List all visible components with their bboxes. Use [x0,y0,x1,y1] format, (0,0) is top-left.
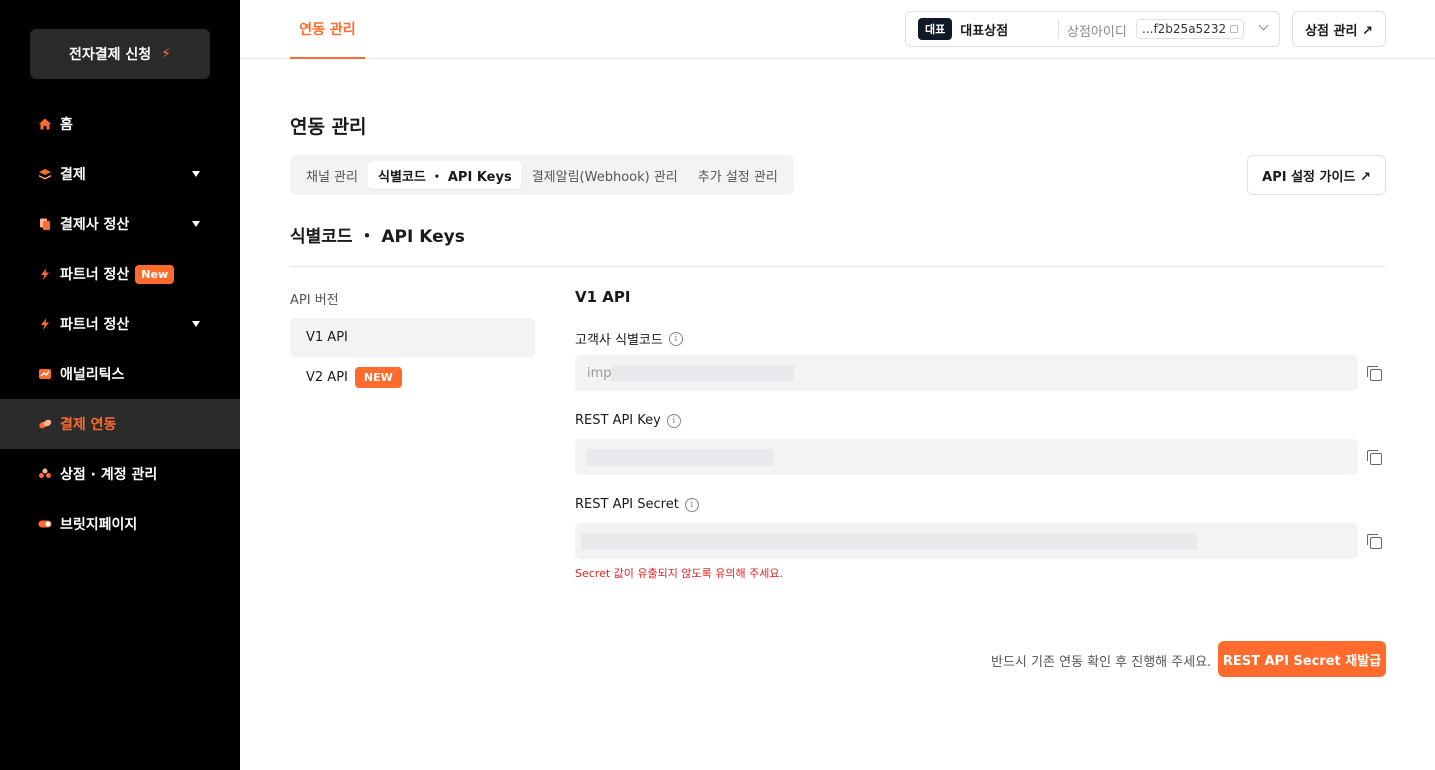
chevron-down-icon[interactable] [1258,20,1269,31]
version-item-v2[interactable]: V2 API NEW [290,358,535,397]
sidebar-item-label: 결제 [60,167,86,183]
copy-icon[interactable] [1367,366,1382,381]
sidebar-item-bridge-page[interactable]: 브릿지페이지 [0,499,240,549]
sidebar-item-label: 결제사 정산 [60,217,130,233]
tab-api-keys[interactable]: 식별코드 ・ API Keys [367,161,522,189]
rest-api-secret-field[interactable] [575,523,1358,559]
new-badge: NEW [354,367,402,388]
masked-value [611,365,794,382]
layers-icon [38,167,52,181]
caret-down-icon [192,171,200,177]
version-item-v1[interactable]: V1 API [290,318,535,357]
representative-badge: 대표 [918,18,953,40]
secret-warning: Secret 값이 유출되지 않도록 유의해 주세요. [575,567,783,580]
store-id-text: ...f2b25a5232 [1142,22,1227,36]
store-id-label: 상점아이디 [1067,25,1127,40]
section-title: 식별코드 ・ API Keys [290,227,465,247]
toggle-icon [38,517,52,531]
sidebar-item-label: 결제 연동 [60,417,117,433]
documents-icon [38,217,52,231]
sidebar-nav: 홈 결제 결제사 정산 파트너 정산 New 파트너 정산 애널리틱스 결제 연… [0,99,240,549]
page-title: 연동 관리 [290,116,367,138]
sidebar-item-store-account[interactable]: 상점 · 계정 관리 [0,449,240,499]
api-title: V1 API [575,288,631,306]
bolt-icon [38,317,52,331]
sidebar-item-label: 홈 [60,117,73,133]
apply-payment-label: 전자결제 신청 [69,47,152,63]
info-icon[interactable]: i [684,497,699,512]
link-icon [38,417,52,431]
store-management-button[interactable]: 상점 관리 ↗ [1292,11,1386,47]
store-id-value[interactable]: ...f2b25a5232 [1136,19,1244,39]
reissue-note: 반드시 기존 연동 확인 후 진행해 주세요. [991,655,1212,670]
tab-integration-management[interactable]: 연동 관리 [290,0,365,59]
info-icon[interactable]: i [666,413,681,428]
field-label-rest-api-key: REST API Key i [575,413,681,428]
sidebar-item-analytics[interactable]: 애널리틱스 [0,349,240,399]
caret-down-icon [192,321,200,327]
field-label-customer-code: 고객사 식별코드 i [575,329,683,348]
sidebar-item-home[interactable]: 홈 [0,99,240,149]
tab-channel-management[interactable]: 채널 관리 [296,161,368,189]
sidebar-item-label: 애널리틱스 [60,367,125,383]
version-label: V1 API [306,330,348,345]
copy-icon[interactable] [1367,450,1382,465]
tab-webhook[interactable]: 결제알림(Webhook) 관리 [522,161,688,189]
sidebar-item-label: 상점 · 계정 관리 [60,467,158,483]
field-label-text: 고객사 식별코드 [575,333,663,348]
new-badge: New [135,264,175,284]
field-label-rest-api-secret: REST API Secret i [575,497,699,512]
tab-bar: 채널 관리 식별코드 ・ API Keys 결제알림(Webhook) 관리 추… [290,155,794,195]
sidebar-item-pg-settlement[interactable]: 결제사 정산 [0,199,240,249]
masked-value [581,533,1197,550]
reissue-secret-button[interactable]: REST API Secret 재발급 [1218,641,1386,677]
apply-payment-button[interactable]: 전자결제 신청 ⚡ [30,29,210,79]
divider [290,266,1386,267]
caret-down-icon [192,221,200,227]
sidebar-item-partner-settlement-new[interactable]: 파트너 정산 New [0,249,240,299]
info-icon[interactable]: i [668,331,683,346]
masked-value [587,449,773,466]
sidebar-item-label: 브릿지페이지 [60,517,138,533]
home-icon [38,117,52,131]
users-icon [38,467,52,481]
api-guide-button[interactable]: API 설정 가이드 ↗ [1247,155,1386,195]
sidebar-item-payment-integration[interactable]: 결제 연동 [0,399,240,449]
divider [1058,20,1059,38]
bolt-icon [38,267,52,281]
store-selector[interactable]: 대표 대표상점 상점아이디 ...f2b25a5232 [905,11,1280,47]
sidebar: 전자결제 신청 ⚡ 홈 결제 결제사 정산 파트너 정산 New 파트너 정산 … [0,0,240,770]
tab-additional-settings[interactable]: 추가 설정 관리 [688,161,788,189]
sidebar-item-label: 파트너 정산 [60,317,130,333]
chart-icon [38,367,52,381]
store-name: 대표상점 [960,23,1009,39]
api-version-label: API 버전 [290,293,339,308]
copy-icon[interactable] [1230,25,1238,33]
field-label-text: REST API Secret [575,497,679,512]
copy-icon[interactable] [1367,534,1382,549]
sidebar-item-label: 파트너 정산 [60,267,130,283]
customer-code-value: imp [587,365,612,381]
top-bar: 연동 관리 대표 대표상점 상점아이디 ...f2b25a5232 상점 관리 … [240,0,1435,59]
bolt-icon: ⚡ [161,46,171,62]
field-label-text: REST API Key [575,413,661,428]
sidebar-item-payment[interactable]: 결제 [0,149,240,199]
customer-code-field[interactable]: imp [575,355,1358,391]
version-label: V2 API [306,370,348,385]
rest-api-key-field[interactable] [575,439,1358,475]
sidebar-item-partner-settlement[interactable]: 파트너 정산 [0,299,240,349]
